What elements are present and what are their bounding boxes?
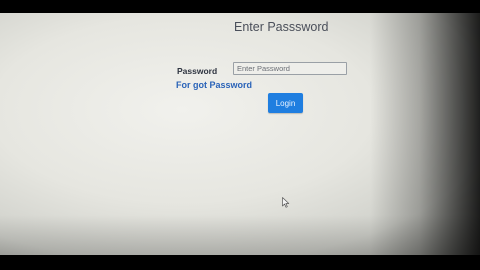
password-input[interactable] — [233, 62, 347, 75]
mouse-pointer-icon — [282, 197, 290, 208]
forgot-password-link[interactable]: For got Password — [176, 80, 252, 90]
video-frame: Enter Passsword Password For got Passwor… — [0, 0, 480, 270]
page-title: Enter Passsword — [234, 20, 329, 34]
login-button[interactable]: Login — [268, 93, 303, 113]
password-label: Password — [177, 66, 218, 76]
monitor-screen: Enter Passsword Password For got Passwor… — [0, 13, 480, 255]
